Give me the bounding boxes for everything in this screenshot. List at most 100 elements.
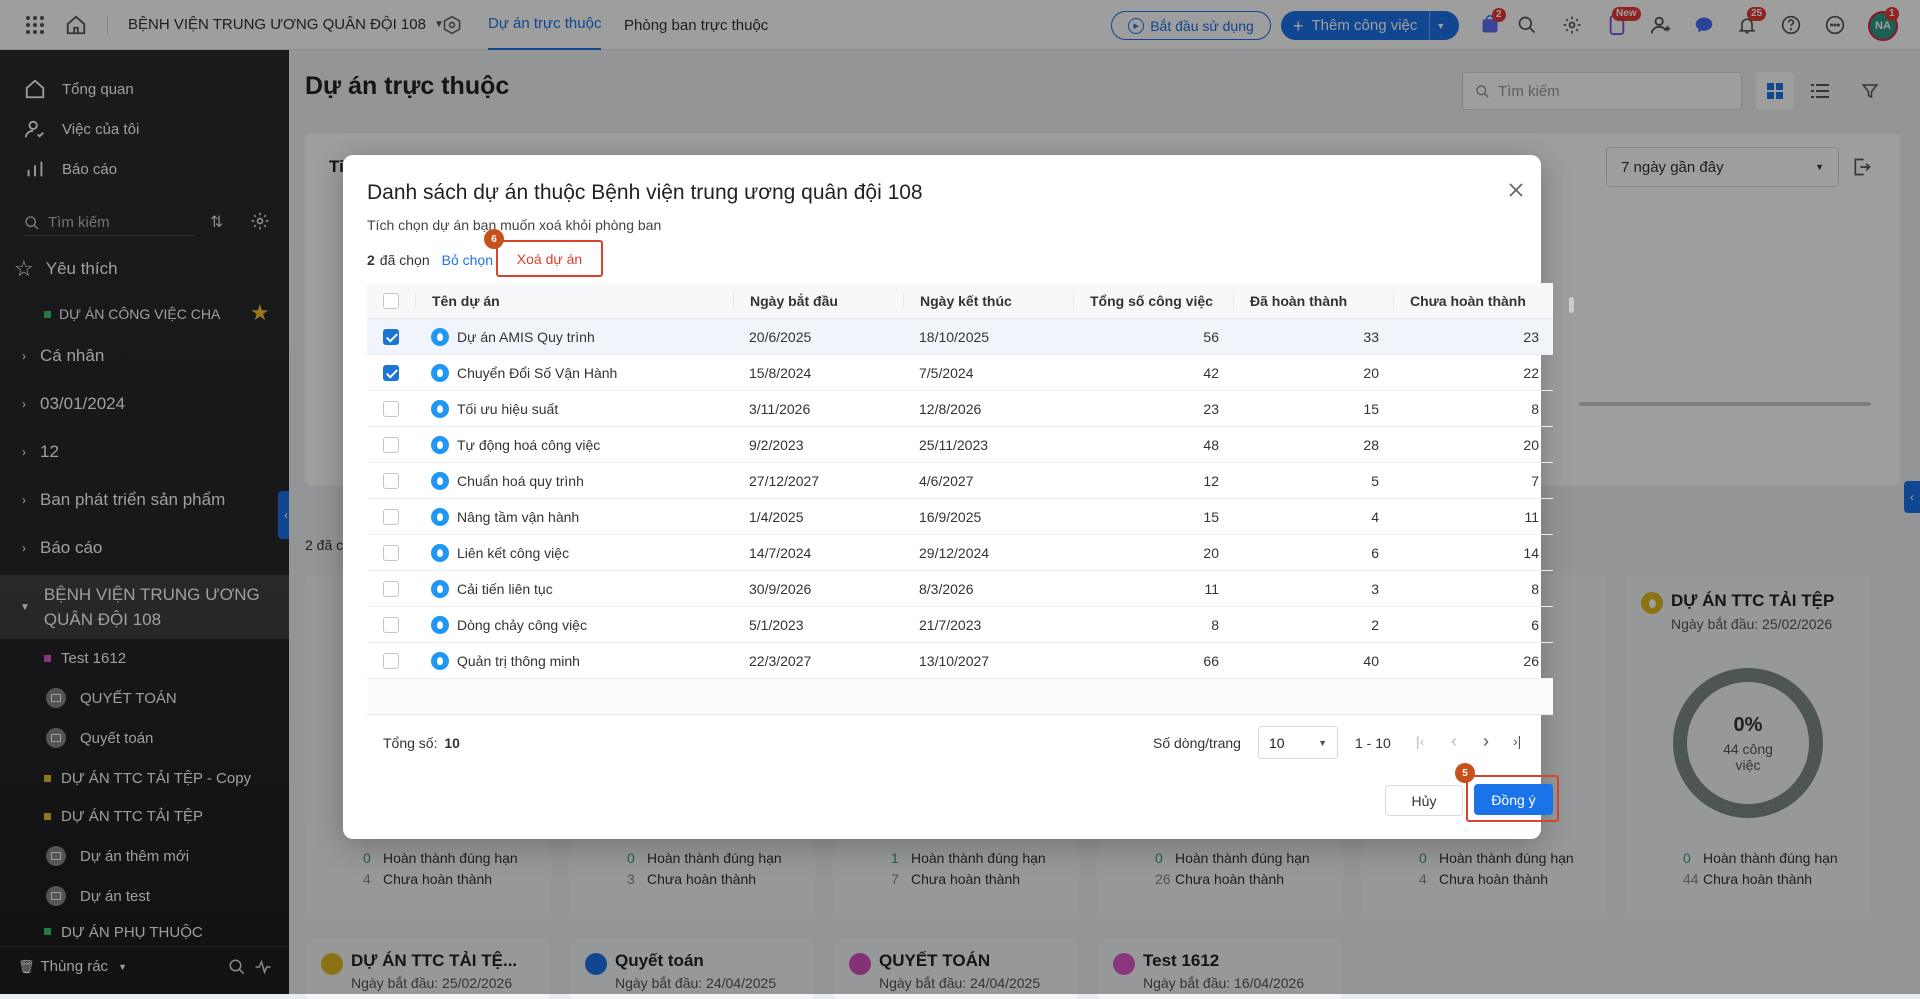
row-checkbox[interactable]: [383, 652, 399, 669]
project-end-date: 7/5/2024: [919, 364, 974, 381]
close-icon[interactable]: [1508, 182, 1528, 202]
last-page-icon[interactable]: ›|: [1513, 733, 1521, 749]
col-todo[interactable]: Chưa hoàn thành: [1393, 292, 1553, 309]
table-row[interactable]: Nâng tầm vận hành 1/4/2025 16/9/2025 15 4 11: [367, 499, 1553, 535]
project-done-tasks: 28: [1363, 436, 1379, 453]
project-todo-tasks: 8: [1531, 400, 1539, 417]
project-name: Cải tiến liên tục: [457, 580, 553, 597]
project-drop-icon: [431, 435, 449, 454]
page-range: 1 - 10: [1355, 735, 1391, 751]
project-start-date: 3/11/2026: [749, 400, 811, 417]
project-start-date: 1/4/2025: [749, 508, 804, 525]
project-name: Tối ưu hiệu suất: [457, 400, 559, 417]
project-start-date: 9/2/2023: [749, 436, 804, 453]
project-start-date: 20/6/2025: [749, 328, 812, 345]
table-scrollbar[interactable]: [1569, 297, 1574, 313]
table-row[interactable]: Chuyển Đổi Số Vận Hành 15/8/2024 7/5/2024 4…: [367, 355, 1553, 391]
cancel-button[interactable]: Hủy: [1385, 785, 1463, 816]
col-end[interactable]: Ngày kết thúc: [903, 292, 1073, 309]
project-done-tasks: 33: [1363, 328, 1379, 345]
project-total-tasks: 15: [1203, 508, 1219, 525]
row-checkbox[interactable]: [383, 472, 399, 489]
first-page-icon[interactable]: |‹: [1416, 733, 1424, 749]
row-checkbox[interactable]: [383, 544, 399, 561]
project-total-tasks: 42: [1203, 364, 1219, 381]
project-name: Dự án AMIS Quy trình: [457, 328, 595, 345]
project-done-tasks: 15: [1363, 400, 1379, 417]
row-checkbox[interactable]: [383, 580, 399, 597]
dialog-subtitle: Tích chọn dự án bạn muốn xoá khỏi phòng …: [367, 217, 662, 233]
col-name[interactable]: Tên dự án: [415, 292, 733, 309]
project-done-tasks: 20: [1363, 364, 1379, 381]
delete-projects-label: Xoá dự án: [516, 250, 583, 267]
rows-per-page-select[interactable]: 10 ▼: [1258, 726, 1338, 759]
project-drop-icon: [431, 327, 449, 346]
project-todo-tasks: 7: [1531, 472, 1539, 489]
table-row[interactable]: Quản trị thông minh 22/3/2027 13/10/2027 66…: [367, 643, 1553, 679]
project-end-date: 16/9/2025: [919, 508, 982, 525]
project-drop-icon: [431, 651, 449, 670]
table-row[interactable]: Tự động hoá công việc 9/2/2023 25/11/2023 4…: [367, 427, 1553, 463]
row-checkbox[interactable]: [383, 436, 399, 453]
project-done-tasks: 6: [1371, 544, 1379, 561]
project-todo-tasks: 23: [1523, 328, 1539, 345]
project-end-date: 25/11/2023: [919, 436, 989, 453]
row-checkbox[interactable]: [383, 400, 399, 417]
col-start[interactable]: Ngày bắt đầu: [733, 292, 903, 309]
prev-page-icon[interactable]: ‹: [1451, 731, 1457, 752]
project-total-tasks: 20: [1203, 544, 1219, 561]
project-end-date: 21/7/2023: [919, 616, 982, 633]
project-todo-tasks: 6: [1531, 616, 1539, 633]
project-name: Chuyển Đổi Số Vận Hành: [457, 364, 618, 381]
col-done[interactable]: Đã hoàn thành: [1233, 292, 1393, 309]
project-start-date: 5/1/2023: [749, 616, 804, 633]
step-marker-5: 5: [1455, 763, 1475, 783]
delete-projects-dialog: Danh sách dự án thuộc Bệnh viện trung ươ…: [343, 155, 1574, 839]
project-todo-tasks: 26: [1523, 652, 1539, 669]
total-label: Tổng số: 10: [383, 735, 460, 751]
row-checkbox[interactable]: [383, 328, 399, 345]
project-start-date: 22/3/2027: [749, 652, 812, 669]
project-end-date: 29/12/2024: [919, 544, 990, 561]
project-done-tasks: 4: [1371, 508, 1379, 525]
table-row[interactable]: Liên kết công việc 14/7/2024 29/12/2024 20 6…: [367, 535, 1553, 571]
rows-per-page-value: 10: [1269, 734, 1285, 751]
project-drop-icon: [431, 543, 449, 562]
step-marker-6: 6: [484, 229, 504, 249]
project-done-tasks: 2: [1371, 616, 1379, 633]
project-todo-tasks: 14: [1523, 544, 1539, 561]
project-end-date: 12/8/2026: [919, 400, 982, 417]
table-row[interactable]: Dòng chảy công việc 5/1/2023 21/7/2023 8 2 6: [367, 607, 1553, 643]
ok-button[interactable]: Đồng ý: [1474, 784, 1553, 815]
project-total-tasks: 66: [1203, 652, 1219, 669]
table-footer-space: [367, 679, 1553, 715]
project-drop-icon: [431, 507, 449, 526]
table-row[interactable]: Cải tiến liên tục 30/9/2026 8/3/2026 11 3 8: [367, 571, 1553, 607]
project-todo-tasks: 22: [1523, 364, 1539, 381]
row-checkbox[interactable]: [383, 616, 399, 633]
table-row[interactable]: Chuẩn hoá quy trình 27/12/2027 4/6/2027 12 5…: [367, 463, 1553, 499]
total-text: Tổng số:: [383, 735, 438, 751]
project-name: Chuẩn hoá quy trình: [457, 472, 584, 489]
project-todo-tasks: 20: [1523, 436, 1539, 453]
project-end-date: 18/10/2025: [919, 328, 990, 345]
project-drop-icon: [431, 579, 449, 598]
project-drop-icon: [431, 471, 449, 490]
col-total[interactable]: Tổng số công việc: [1073, 292, 1233, 309]
row-checkbox[interactable]: [383, 364, 399, 381]
project-done-tasks: 5: [1371, 472, 1379, 489]
delete-projects-button[interactable]: Xoá dự án: [496, 240, 603, 277]
select-all-checkbox[interactable]: [383, 292, 399, 309]
project-total-tasks: 8: [1211, 616, 1219, 633]
deselect-link[interactable]: Bỏ chọn: [442, 252, 493, 268]
project-name: Liên kết công việc: [457, 544, 570, 561]
table-row[interactable]: Tối ưu hiệu suất 3/11/2026 12/8/2026 23 15 8: [367, 391, 1553, 427]
total-value: 10: [444, 735, 460, 751]
project-total-tasks: 12: [1203, 472, 1219, 489]
project-todo-tasks: 11: [1524, 508, 1539, 525]
table-row[interactable]: Dự án AMIS Quy trình 20/6/2025 18/10/2025 5…: [367, 319, 1553, 355]
project-end-date: 4/6/2027: [919, 472, 974, 489]
project-name: Dòng chảy công việc: [457, 616, 587, 633]
row-checkbox[interactable]: [383, 508, 399, 525]
next-page-icon[interactable]: ›: [1483, 731, 1489, 752]
